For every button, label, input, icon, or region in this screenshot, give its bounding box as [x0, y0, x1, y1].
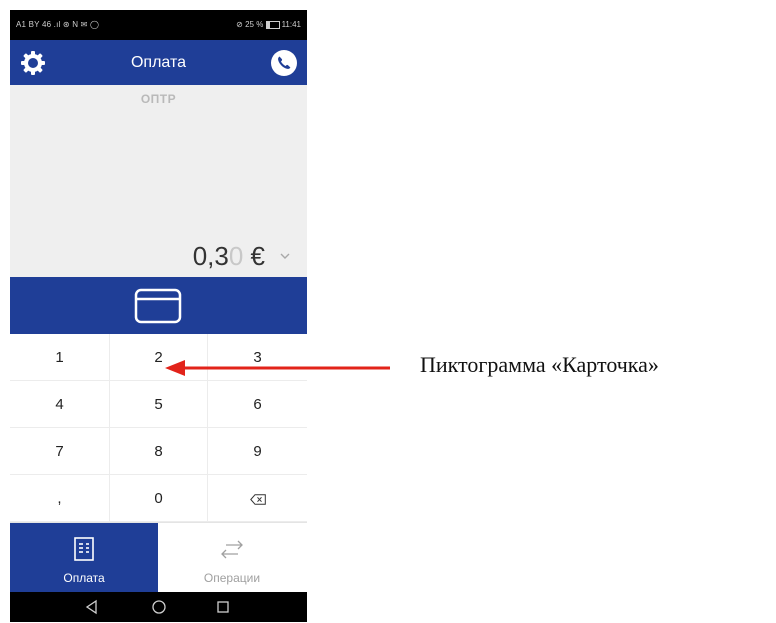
page-title: Оплата: [130, 54, 187, 71]
tab-payment[interactable]: Оплата: [10, 523, 158, 593]
annotation-label: Пиктограмма «Карточка»: [420, 352, 659, 377]
key-comma[interactable]: ,: [10, 475, 109, 522]
status-time: 11:41: [281, 20, 301, 29]
chevron-down-icon[interactable]: [279, 250, 291, 262]
battery-icon: [265, 20, 280, 29]
tab-operations[interactable]: Операции: [158, 523, 306, 593]
annotation-arrow: [165, 360, 390, 376]
key-0[interactable]: 0: [109, 475, 208, 522]
exchange-arrows-icon: [221, 540, 243, 559]
home-circle-icon[interactable]: [151, 599, 167, 615]
key-1[interactable]: 1: [10, 334, 109, 381]
tab-payment-label: Оплата: [63, 571, 105, 585]
amount-area: ОПТР 0,30 €: [10, 85, 307, 277]
key-6[interactable]: 6: [208, 381, 307, 428]
key-4[interactable]: 4: [10, 381, 109, 428]
merchant-name: ОПТР: [140, 92, 177, 106]
key-7[interactable]: 7: [10, 428, 109, 475]
key-8[interactable]: 8: [109, 428, 208, 475]
key-9[interactable]: 9: [208, 428, 307, 475]
bottom-nav: Оплата Операции: [10, 522, 307, 593]
tab-operations-label: Операции: [203, 571, 261, 585]
receipt-icon: [74, 537, 94, 561]
currency-symbol: €: [243, 241, 265, 271]
status-indicators: ⊘ 25 %: [236, 20, 266, 29]
card-pay-button[interactable]: [10, 277, 307, 334]
status-bar: A1 BY 46 .ıl ⊛ N ✉ ◯ ⊘ 25 % 11:41: [10, 10, 307, 40]
backspace-icon: [249, 493, 266, 505]
status-right: ⊘ 25 % 11:41: [236, 20, 301, 29]
status-left: A1 BY 46 .ıl ⊛ N ✉ ◯: [16, 20, 100, 29]
phone-icon[interactable]: [270, 49, 298, 77]
key-5[interactable]: 5: [109, 381, 208, 428]
app-bar: Оплата: [10, 40, 307, 85]
system-nav-bar: [10, 592, 307, 622]
key-backspace[interactable]: [208, 475, 307, 522]
phone-screen: A1 BY 46 .ıl ⊛ N ✉ ◯ ⊘ 25 % 11:41 Оплата: [10, 10, 307, 622]
card-icon: [134, 288, 182, 324]
amount-display[interactable]: 0,30 €: [193, 241, 265, 272]
recents-square-icon[interactable]: [215, 599, 231, 615]
amount-main: 0,3: [192, 241, 229, 271]
amount-dim-digit: 0: [228, 241, 244, 271]
back-triangle-icon[interactable]: [84, 599, 100, 615]
